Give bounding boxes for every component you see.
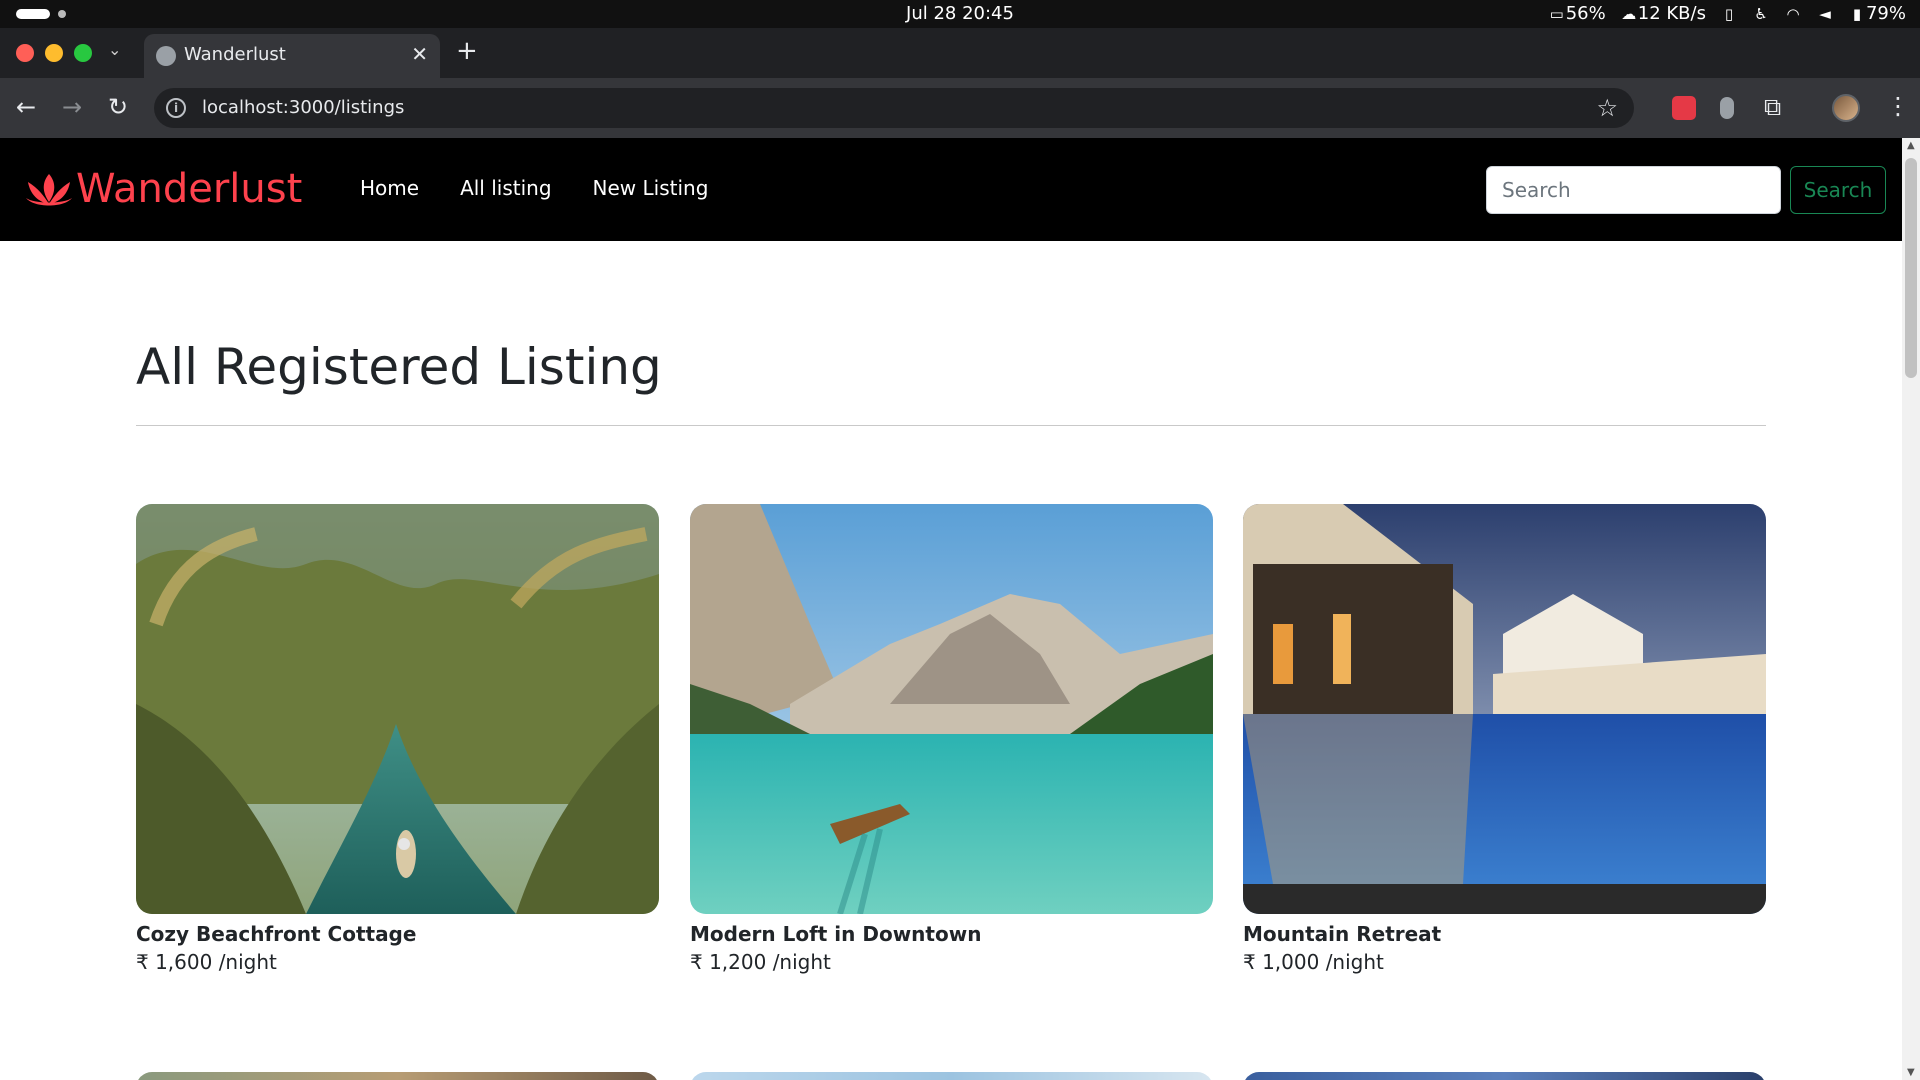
listing-image-alpine-lake[interactable] (690, 504, 1213, 914)
listing-image-resort-pool[interactable] (1243, 504, 1766, 914)
battery-icon: ▮ (1852, 5, 1862, 23)
page-scrollbar[interactable]: ▲ ▼ (1902, 138, 1920, 1080)
extension-red-icon[interactable] (1672, 96, 1696, 120)
page-title: All Registered Listing (136, 338, 662, 396)
site-info-icon[interactable]: i (166, 98, 186, 118)
extension-gray-icon[interactable] (1720, 97, 1734, 119)
new-tab-button[interactable]: + (456, 36, 478, 66)
profile-avatar[interactable] (1832, 94, 1860, 122)
scroll-up-arrow-icon[interactable]: ▲ (1907, 140, 1915, 151)
listing-price: ₹ 1,000 /night (1243, 950, 1384, 974)
listing-price: ₹ 1,200 /night (690, 950, 831, 974)
listing-title[interactable]: Cozy Beachfront Cottage (136, 920, 659, 948)
listing-card-peek[interactable] (136, 1072, 659, 1080)
reload-icon[interactable]: ↻ (108, 92, 128, 122)
browser-tabstrip: ⌄ Wanderlust ✕ + (0, 28, 1920, 78)
scroll-thumb[interactable] (1905, 158, 1917, 378)
cloud-upload-icon: ☁ (1621, 5, 1637, 23)
battery-value: 79% (1865, 3, 1906, 24)
bookmark-star-icon[interactable]: ☆ (1596, 94, 1618, 122)
address-bar[interactable]: i localhost:3000/listings ☆ (154, 88, 1634, 128)
search-button[interactable]: Search (1790, 166, 1886, 214)
back-arrow-icon[interactable]: ← (16, 92, 36, 122)
site-navbar: Wanderlust Home All listing New Listing … (0, 138, 1902, 241)
network-value: 12 KB/s (1637, 3, 1706, 24)
search-input[interactable] (1486, 166, 1781, 214)
volume-icon: ◄ (1819, 4, 1831, 23)
cpu-monitor: ▭ 56% (1548, 3, 1606, 24)
scroll-down-arrow-icon[interactable]: ▼ (1907, 1067, 1915, 1078)
tab-title: Wanderlust (184, 44, 286, 65)
resort-pool-image (1243, 504, 1766, 914)
tab-search-chevron-icon[interactable]: ⌄ (108, 40, 121, 59)
listing-title[interactable]: Mountain Retreat (1243, 920, 1766, 948)
nav-link-new-listing[interactable]: New Listing (593, 176, 709, 200)
brand[interactable]: Wanderlust (24, 166, 302, 212)
listing-card[interactable]: Modern Loft in Downtown ₹ 1,200 /night (690, 504, 1213, 976)
os-top-bar: Jul 28 20:45 ▭ 56% ☁12 KB/s ▯ ♿ ◠ ◄ ▮ 79% (0, 0, 1920, 28)
alpine-lake-image (690, 504, 1213, 914)
os-status-area[interactable]: ▭ 56% ☁12 KB/s ▯ ♿ ◠ ◄ ▮ 79% (1548, 3, 1906, 24)
listing-card[interactable]: Mountain Retreat ₹ 1,000 /night (1243, 504, 1766, 976)
title-divider (136, 425, 1766, 426)
cpu-value: 56% (1565, 3, 1606, 24)
close-tab-icon[interactable]: ✕ (411, 42, 428, 66)
forward-arrow-icon[interactable]: → (62, 92, 82, 122)
page-viewport: Wanderlust Home All listing New Listing … (0, 138, 1920, 1080)
site-nav-links: Home All listing New Listing (360, 176, 708, 200)
listing-card-peek[interactable] (690, 1072, 1213, 1080)
battery-status: ▮ 79% (1848, 3, 1906, 24)
minimize-window-button[interactable] (45, 44, 63, 62)
nav-link-all-listing[interactable]: All listing (460, 176, 551, 200)
tropical-river-image (136, 504, 659, 914)
cpu-icon: ▭ (1549, 5, 1564, 23)
listing-title[interactable]: Modern Loft in Downtown (690, 920, 1213, 948)
wifi-icon: ◠ (1786, 4, 1800, 23)
close-window-button[interactable] (16, 44, 34, 62)
brand-name: Wanderlust (76, 166, 303, 212)
browser-toolbar: ← → ↻ i localhost:3000/listings ☆ ⧉ ⋮ (0, 78, 1920, 138)
lotus-logo-icon (26, 174, 72, 206)
extensions-puzzle-icon[interactable]: ⧉ (1764, 93, 1781, 121)
url-text[interactable]: localhost:3000/listings (202, 97, 404, 118)
globe-icon (156, 46, 176, 66)
clipboard-icon: ▯ (1724, 4, 1734, 23)
browser-menu-icon[interactable]: ⋮ (1886, 92, 1910, 120)
maximize-window-button[interactable] (74, 44, 92, 62)
browser-tab-active[interactable]: Wanderlust ✕ (144, 34, 440, 78)
listing-price: ₹ 1,600 /night (136, 950, 277, 974)
listing-card-peek[interactable] (1243, 1072, 1766, 1080)
listing-card[interactable]: Cozy Beachfront Cottage ₹ 1,600 /night (136, 504, 659, 976)
nav-link-home[interactable]: Home (360, 176, 419, 200)
accessibility-icon: ♿ (1754, 4, 1768, 23)
listing-image-tropical-river[interactable] (136, 504, 659, 914)
network-monitor: ☁12 KB/s (1620, 3, 1706, 24)
